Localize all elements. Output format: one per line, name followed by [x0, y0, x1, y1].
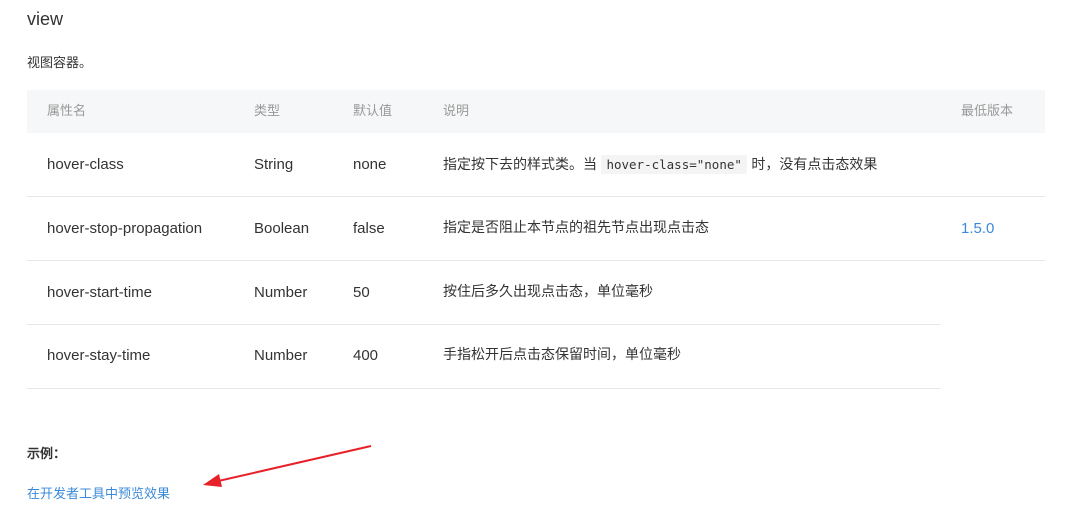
arrow-head-icon: [203, 474, 222, 487]
red-arrow-annotation: [203, 445, 372, 487]
arrow-shaft: [213, 445, 372, 483]
